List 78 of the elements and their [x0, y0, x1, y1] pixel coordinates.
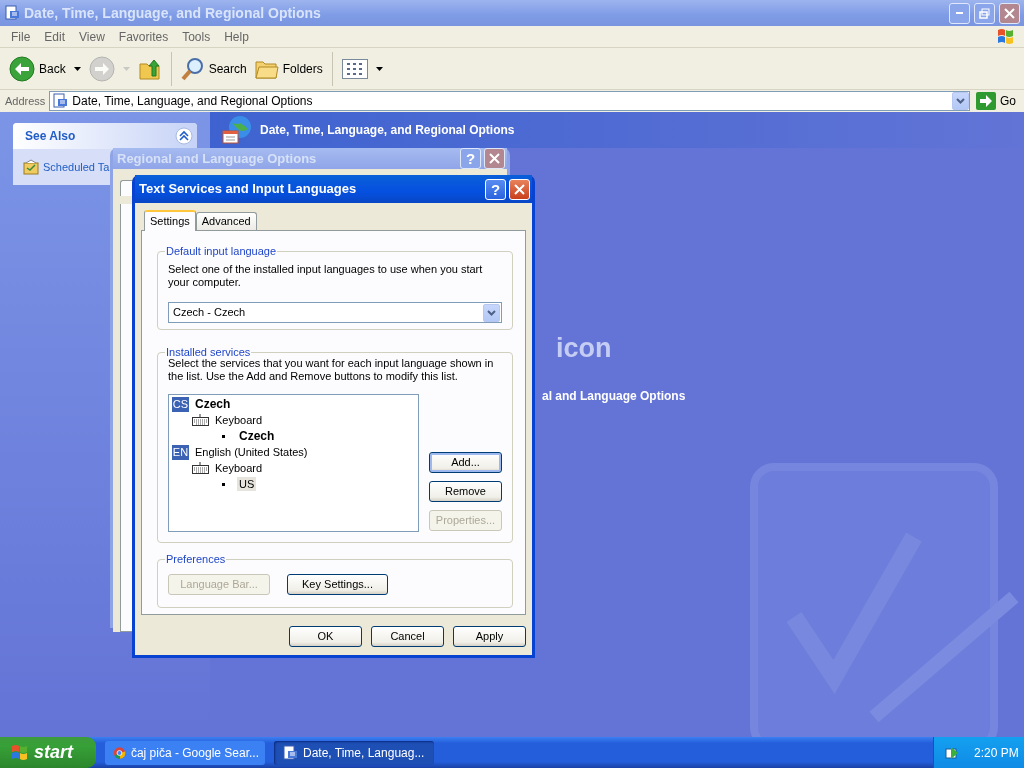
- tree-item[interactable]: US: [237, 477, 257, 491]
- push-button: Language Bar...: [168, 574, 270, 595]
- push-button[interactable]: Cancel: [371, 626, 444, 647]
- language-code: CS: [172, 396, 189, 412]
- tree-item[interactable]: Czech: [237, 429, 277, 443]
- minimize-icon: [956, 12, 963, 14]
- collapse-icon[interactable]: [175, 127, 193, 145]
- caret-icon: [375, 66, 383, 71]
- keyboard-icon: [192, 414, 209, 426]
- push-button: Properties...: [429, 510, 502, 531]
- close-button[interactable]: [999, 2, 1020, 24]
- tree-item[interactable]: English (United States): [193, 445, 310, 459]
- push-button[interactable]: Key Settings...: [287, 574, 388, 595]
- section-title: Date, Time, Language, and Regional Options: [260, 122, 515, 139]
- language-code: EN: [172, 444, 189, 460]
- menu-item[interactable]: View: [72, 27, 112, 46]
- address-field[interactable]: Date, Time, Language, and Regional Options: [49, 91, 970, 111]
- taskbar-button[interactable]: Date, Time, Languag...: [274, 740, 434, 765]
- tree-item[interactable]: Czech: [193, 397, 233, 411]
- browser-icon: [113, 744, 126, 761]
- push-button[interactable]: Apply: [453, 626, 526, 647]
- folders-button[interactable]: Folders: [251, 55, 326, 82]
- globe-icon: [222, 115, 252, 145]
- link[interactable]: al and Language Options: [542, 386, 686, 405]
- close-icon: [514, 183, 525, 195]
- chevron-down-icon: [487, 309, 496, 316]
- dialog-title: Text Services and Input Languages: [139, 180, 358, 199]
- document-icon: [52, 93, 69, 109]
- tab[interactable]: Settings: [144, 210, 196, 231]
- tab[interactable]: Advanced: [195, 212, 257, 230]
- panel-title: See Also: [25, 128, 76, 145]
- search-button[interactable]: Search: [177, 54, 250, 83]
- push-button[interactable]: OK: [289, 626, 362, 647]
- bullet-icon: [222, 482, 225, 486]
- close-icon: [489, 153, 500, 164]
- back-button[interactable]: Back: [6, 53, 69, 84]
- menu-item[interactable]: Help: [217, 27, 256, 46]
- heading: icon: [556, 332, 612, 365]
- grid-icon: [341, 58, 368, 79]
- clock: 2:20 PM: [974, 744, 1019, 762]
- minimize-button[interactable]: [949, 2, 970, 24]
- caret-icon: [73, 66, 81, 71]
- chevron-down-icon: [956, 98, 965, 104]
- menu-item[interactable]: File: [4, 27, 38, 46]
- flag-icon: [10, 743, 30, 762]
- tray-icon[interactable]: [944, 744, 960, 761]
- caret-icon: [122, 66, 130, 71]
- close-button[interactable]: [484, 148, 505, 169]
- bullet-icon: [222, 434, 225, 438]
- restore-icon: [979, 7, 990, 19]
- task-folder-icon: [23, 159, 39, 175]
- taskbar-button[interactable]: čaj piča - Google Sear...: [105, 740, 265, 765]
- push-button[interactable]: Remove: [429, 481, 502, 502]
- group-label: Installed services: [165, 346, 252, 359]
- group-label: Preferences: [165, 553, 227, 566]
- menu-item[interactable]: Tools: [175, 27, 218, 46]
- address-label: Address: [5, 93, 46, 109]
- see-also-link[interactable]: Scheduled Ta: [43, 158, 110, 176]
- group-label: Default input language: [165, 245, 278, 258]
- tree-item[interactable]: Keyboard: [213, 413, 265, 427]
- description: Select the services that you want for each input language shown in the list. Use the Add and Remove buttons to modify this list.: [168, 357, 495, 383]
- menu-item[interactable]: Edit: [37, 27, 73, 46]
- dropdown-field[interactable]: Czech - Czech: [168, 302, 502, 323]
- tree-item[interactable]: Keyboard: [213, 461, 265, 475]
- description: Select one of the installed input languages to use when you start your computer.: [168, 263, 484, 289]
- go-button[interactable]: Go: [974, 92, 1022, 110]
- menu-item[interactable]: Favorites: [111, 27, 176, 46]
- document-icon: [282, 744, 298, 761]
- start-button[interactable]: start: [0, 737, 96, 768]
- window-title: Date, Time, Language, and Regional Options: [24, 3, 322, 23]
- close-icon: [1004, 7, 1015, 19]
- help-button[interactable]: ?: [485, 178, 506, 200]
- push-button[interactable]: Add...: [429, 452, 502, 473]
- document-icon: [4, 5, 20, 21]
- keyboard-icon: [192, 462, 209, 474]
- dropdown-button[interactable]: [483, 303, 500, 322]
- dialog-title: Regional and Language Options: [117, 149, 318, 168]
- search-icon: [180, 56, 205, 81]
